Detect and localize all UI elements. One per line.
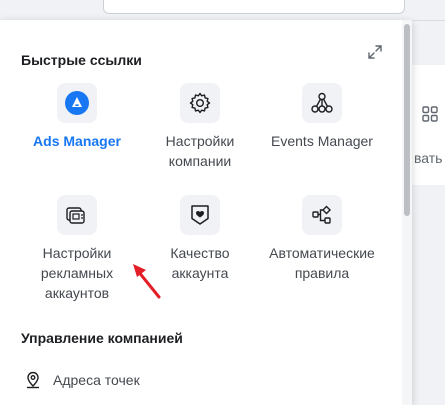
scrollbar[interactable] <box>402 20 412 405</box>
menu-item-locations[interactable]: Адреса точек <box>21 368 140 392</box>
all-tools-popover: Быстрые ссылки Ads Manager Настройки ком… <box>0 20 412 405</box>
business-management-title: Управление компанией <box>21 330 183 346</box>
tile-account-quality[interactable]: Качество аккаунта <box>135 195 265 283</box>
scrollbar-thumb[interactable] <box>404 24 410 216</box>
search-box[interactable] <box>103 0 405 14</box>
tile-automated-rules-label: Автоматические правила <box>269 245 375 281</box>
apps-grid-icon[interactable] <box>422 106 438 122</box>
tile-automated-rules[interactable]: Автоматические правила <box>257 195 387 283</box>
tile-ads-manager-label: Ads Manager <box>33 133 121 149</box>
tile-ad-account-settings-label: Настройки рекламных аккаунтов <box>40 245 114 301</box>
tile-business-settings[interactable]: Настройки компании <box>135 83 265 171</box>
background-partial-text: вать <box>414 150 443 166</box>
tile-events-manager-label: Events Manager <box>271 133 373 149</box>
location-pin-icon <box>21 368 45 392</box>
gear-icon <box>180 83 220 123</box>
background-card <box>410 65 445 185</box>
shield-icon <box>180 195 220 235</box>
tile-account-quality-label: Качество аккаунта <box>170 245 230 281</box>
expand-icon[interactable] <box>367 44 383 60</box>
automated-rules-icon <box>302 195 342 235</box>
ads-manager-icon <box>57 83 97 123</box>
ad-accounts-icon <box>57 195 97 235</box>
tile-business-settings-label: Настройки компании <box>165 133 235 169</box>
tile-ads-manager[interactable]: Ads Manager <box>12 83 142 151</box>
quick-links-title: Быстрые ссылки <box>21 52 142 68</box>
menu-item-locations-label: Адреса точек <box>53 372 140 388</box>
tile-ad-account-settings[interactable]: Настройки рекламных аккаунтов <box>12 195 142 303</box>
events-manager-icon <box>302 83 342 123</box>
tile-events-manager[interactable]: Events Manager <box>257 83 387 151</box>
